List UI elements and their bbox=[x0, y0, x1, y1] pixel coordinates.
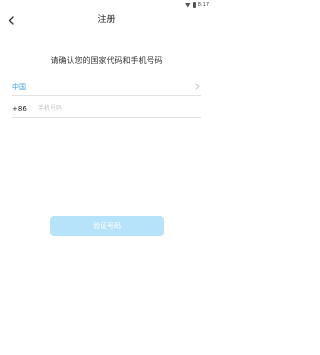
chevron-right-icon bbox=[193, 83, 201, 91]
page-title: 注册 bbox=[97, 15, 116, 25]
phone-row: +86 bbox=[12, 100, 201, 118]
country-code: +86 bbox=[12, 104, 27, 113]
status-time: 8:17 bbox=[197, 2, 209, 8]
country-value: 中国 bbox=[12, 82, 26, 91]
instruction-text: 请确认您的国家代码和手机号码 bbox=[50, 56, 163, 65]
verify-number-button[interactable]: 验证号码 bbox=[50, 216, 164, 236]
status-icons: 8:17 bbox=[184, 1, 209, 9]
wifi-icon bbox=[184, 2, 191, 8]
status-bar: 8:17 bbox=[0, 0, 213, 10]
battery-icon bbox=[192, 2, 196, 8]
country-selector[interactable]: 中国 bbox=[12, 78, 201, 96]
register-screen: 8:17 注册 请确认您的国家代码和手机号码 中国 +86 验证号码 bbox=[0, 0, 213, 355]
phone-input[interactable] bbox=[38, 101, 201, 116]
